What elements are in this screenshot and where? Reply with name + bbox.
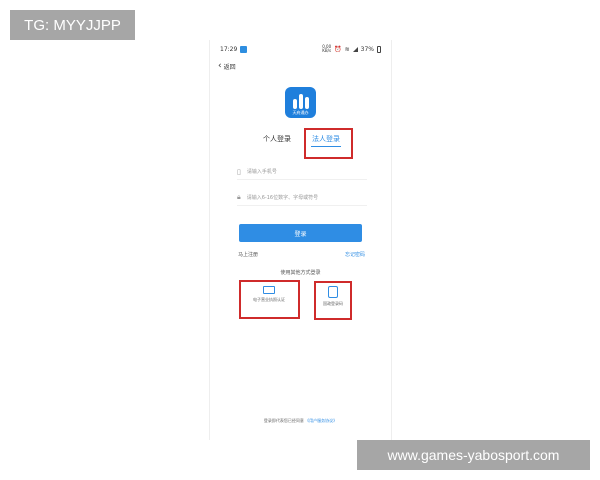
phone-field: ▯	[237, 164, 367, 180]
back-button[interactable]: ‹ 返回	[218, 61, 236, 72]
logo-bar-icon	[293, 99, 297, 109]
chevron-left-icon: ‹	[218, 61, 222, 71]
agreement-text: 登录即代表您已经同意 《用户服务协议》	[210, 418, 391, 424]
app-logo: 天府通办	[285, 87, 316, 118]
battery-icon	[377, 45, 381, 53]
highlight-box-business-license	[239, 280, 300, 319]
password-input[interactable]	[244, 193, 367, 202]
phone-input[interactable]	[244, 167, 367, 176]
lock-icon: 🔒︎	[237, 193, 241, 201]
agreement-prefix: 登录即代表您已经同意	[263, 418, 304, 423]
screenshot-canvas: TG: MYYJJPP 17:29 0.00 KB/s ⏰ ≋ 37% ‹ 返回	[0, 0, 600, 480]
logo-text: 天府通办	[292, 110, 309, 115]
status-bar: 17:29 0.00 KB/s ⏰ ≋ 37%	[210, 40, 391, 58]
other-login-title: 使用其他方式登录	[280, 270, 321, 276]
register-link[interactable]: 马上注册	[238, 251, 258, 258]
watermark-top: TG: MYYJJPP	[10, 10, 135, 40]
forgot-password-link[interactable]: 忘记密码	[345, 251, 365, 258]
signal-icon	[352, 46, 358, 52]
user-agreement-link[interactable]: 《用户服务协议》	[305, 418, 337, 423]
notification-app-icon	[240, 45, 248, 53]
login-tabs: 个人登录 法人登录	[210, 134, 391, 156]
wifi-icon: ≋	[344, 45, 350, 53]
logo-bar-icon	[305, 97, 309, 109]
network-rate: 0.00 KB/s	[322, 44, 332, 53]
phone-screen: 17:29 0.00 KB/s ⏰ ≋ 37% ‹ 返回 天府通办 个人登录 法…	[209, 40, 392, 440]
watermark-bottom: www.games-yabosport.com	[357, 440, 590, 470]
tab-personal-login[interactable]: 个人登录	[263, 134, 291, 144]
status-time: 17:29	[220, 45, 238, 53]
highlight-box-qr-login	[314, 281, 352, 320]
phone-icon: ▯	[237, 167, 241, 176]
password-field: 🔒︎	[237, 190, 367, 206]
back-label: 返回	[223, 64, 236, 71]
highlight-box-legal-tab	[304, 128, 353, 159]
alarm-icon: ⏰	[334, 45, 342, 53]
login-button[interactable]: 登录	[239, 224, 362, 242]
logo-bar-icon	[299, 94, 303, 109]
battery-percent: 37%	[360, 45, 374, 53]
